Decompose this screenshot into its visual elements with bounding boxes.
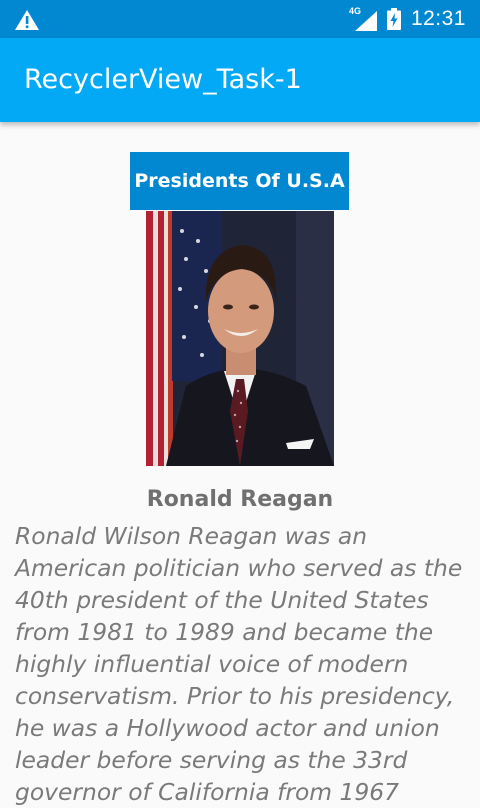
president-portrait-image: [146, 211, 334, 466]
president-name: Ronald Reagan: [146, 487, 334, 512]
app-title: RecyclerView_Task-1: [24, 64, 302, 95]
president-description: Ronald Wilson Reagan was an American pol…: [15, 522, 463, 806]
app-bar: RecyclerView_Task-1: [0, 38, 480, 122]
presidents-header-button[interactable]: Presidents Of U.S.A: [130, 152, 349, 210]
warning-icon: [15, 10, 39, 30]
battery-charging-icon: [386, 8, 401, 30]
president-list-item: Presidents Of U.S.A Ronald Reagan Ronald…: [0, 122, 480, 806]
status-bar: 4G 12:31: [0, 0, 480, 38]
status-clock: 12:31: [410, 7, 466, 30]
signal-icon: 4G: [349, 7, 377, 31]
